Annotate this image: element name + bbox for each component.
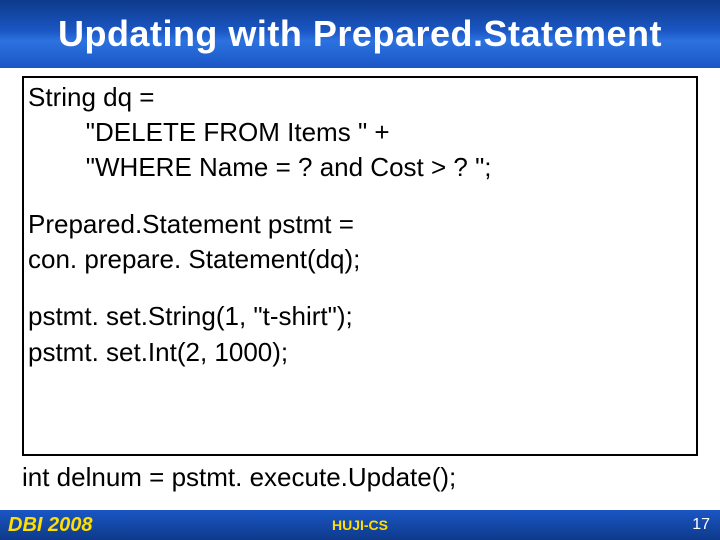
footer-center: HUJI-CS (332, 517, 388, 533)
footer-left: DBI 2008 (0, 514, 93, 537)
slide-title: Updating with Prepared.Statement (0, 0, 720, 68)
blank-gap (28, 185, 692, 207)
blank-gap (28, 277, 692, 299)
code-line-3: "WHERE Name = ? and Cost > ? "; (28, 150, 692, 185)
code-box: String dq = "DELETE FROM Items " + "WHER… (22, 76, 698, 456)
code-line-2: "DELETE FROM Items " + (28, 115, 692, 150)
code-line-5: con. prepare. Statement(dq); (28, 242, 692, 277)
footer-bar: DBI 2008 HUJI-CS 17 (0, 510, 720, 540)
title-text: Updating with Prepared.Statement (58, 13, 662, 55)
code-line-6: pstmt. set.String(1, "t-shirt"); (28, 299, 692, 334)
code-line-7: pstmt. set.Int(2, 1000); (28, 335, 692, 370)
code-below-box: int delnum = pstmt. execute.Update(); (22, 460, 698, 495)
code-line-4: Prepared.Statement pstmt = (28, 207, 692, 242)
code-line-8: int delnum = pstmt. execute.Update(); (22, 460, 698, 495)
slide-number: 17 (692, 516, 710, 534)
code-line-1: String dq = (28, 80, 692, 115)
